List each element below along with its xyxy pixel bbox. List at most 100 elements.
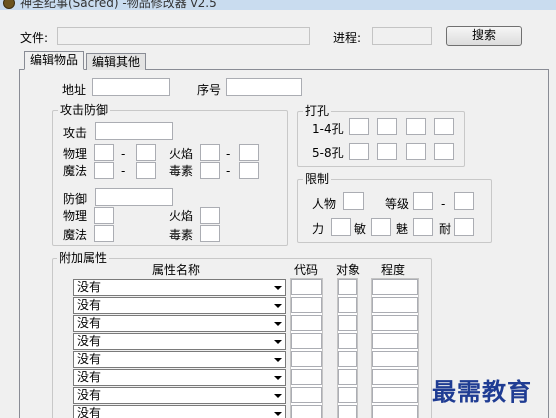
- serial-input[interactable]: [226, 78, 302, 96]
- socket-2-input[interactable]: [377, 118, 397, 135]
- socket-1-input[interactable]: [349, 118, 369, 135]
- defense-magic-input[interactable]: [94, 225, 114, 242]
- progress-label: 进程:: [333, 31, 362, 45]
- sockets-row2-label: 5-8孔: [312, 146, 344, 160]
- address-label: 地址: [62, 83, 87, 97]
- endurance-label: 耐: [439, 222, 452, 236]
- attribute-target-cell[interactable]: [338, 315, 357, 331]
- agility-input[interactable]: [371, 218, 391, 236]
- attribute-degree-cell[interactable]: [372, 405, 418, 418]
- dropdown-arrow-icon[interactable]: [274, 358, 282, 362]
- attribute-select-value: 没有: [77, 280, 102, 294]
- attribute-target-cell[interactable]: [338, 387, 357, 403]
- agility-label: 敏: [354, 222, 367, 236]
- level-max-input[interactable]: [454, 192, 474, 210]
- attribute-select-value: 没有: [77, 316, 102, 330]
- attribute-code-cell[interactable]: [291, 351, 322, 367]
- attribute-select[interactable]: 没有: [73, 315, 286, 332]
- dropdown-arrow-icon[interactable]: [274, 376, 282, 380]
- attribute-target-cell[interactable]: [338, 369, 357, 385]
- attribute-code-cell[interactable]: [291, 405, 322, 418]
- attribute-select-value: 没有: [77, 406, 102, 418]
- physical-dash: -: [121, 147, 126, 161]
- dropdown-arrow-icon[interactable]: [274, 394, 282, 398]
- poison-max-input[interactable]: [239, 162, 259, 179]
- attribute-select[interactable]: 没有: [73, 369, 286, 386]
- search-button[interactable]: 搜索: [446, 26, 522, 46]
- file-path-field[interactable]: [57, 27, 310, 45]
- socket-6-input[interactable]: [377, 143, 397, 160]
- tab-edit-item[interactable]: 编辑物品: [24, 51, 84, 70]
- dropdown-arrow-icon[interactable]: [274, 322, 282, 326]
- strength-label: 力: [312, 222, 325, 236]
- defense-physical-label: 物理: [63, 209, 88, 223]
- column-header-target: 对象: [336, 263, 361, 277]
- dropdown-arrow-icon[interactable]: [274, 304, 282, 308]
- attribute-target-cell[interactable]: [338, 333, 357, 349]
- endurance-input[interactable]: [454, 218, 474, 236]
- attribute-degree-cell[interactable]: [372, 297, 418, 313]
- physical-min-input[interactable]: [94, 144, 114, 161]
- process-field[interactable]: [372, 27, 432, 45]
- fire-min-input[interactable]: [200, 144, 220, 161]
- poison-min-input[interactable]: [200, 162, 220, 179]
- column-header-name: 属性名称: [152, 263, 201, 277]
- attribute-target-cell[interactable]: [338, 351, 357, 367]
- attribute-degree-cell[interactable]: [372, 387, 418, 403]
- attribute-select[interactable]: 没有: [73, 279, 286, 296]
- attribute-code-cell[interactable]: [291, 369, 322, 385]
- dropdown-arrow-icon[interactable]: [274, 412, 282, 416]
- sockets-row1-label: 1-4孔: [312, 122, 344, 136]
- attribute-select-value: 没有: [77, 334, 102, 348]
- attack-input[interactable]: [95, 122, 173, 140]
- attribute-select[interactable]: 没有: [73, 405, 286, 418]
- attribute-target-cell[interactable]: [338, 279, 357, 295]
- physical-max-input[interactable]: [136, 144, 156, 161]
- address-input[interactable]: [92, 78, 170, 96]
- dropdown-arrow-icon[interactable]: [274, 286, 282, 290]
- dropdown-arrow-icon[interactable]: [274, 340, 282, 344]
- level-dash: -: [441, 197, 446, 211]
- attribute-degree-cell[interactable]: [372, 333, 418, 349]
- socket-8-input[interactable]: [434, 143, 454, 160]
- attribute-select[interactable]: 没有: [73, 351, 286, 368]
- fire-label: 火焰: [169, 147, 194, 161]
- defense-physical-input[interactable]: [94, 207, 114, 224]
- serial-label: 序号: [197, 83, 222, 97]
- attribute-code-cell[interactable]: [291, 333, 322, 349]
- socket-5-input[interactable]: [349, 143, 369, 160]
- socket-7-input[interactable]: [406, 143, 426, 160]
- attribute-code-cell[interactable]: [291, 297, 322, 313]
- magic-min-input[interactable]: [94, 162, 114, 179]
- tab-edit-other[interactable]: 编辑其他: [86, 53, 146, 70]
- attribute-degree-cell[interactable]: [372, 279, 418, 295]
- strength-input[interactable]: [331, 218, 351, 236]
- person-input[interactable]: [343, 192, 364, 210]
- level-min-input[interactable]: [413, 192, 433, 210]
- attribute-code-cell[interactable]: [291, 387, 322, 403]
- defense-fire-input[interactable]: [200, 207, 220, 224]
- attribute-degree-cell[interactable]: [372, 369, 418, 385]
- fire-max-input[interactable]: [239, 144, 259, 161]
- attribute-degree-cell[interactable]: [372, 351, 418, 367]
- socket-3-input[interactable]: [406, 118, 426, 135]
- fire-dash: -: [226, 147, 231, 161]
- title-bar: 神圣纪事(Sacred) -物品修改器 v2.5: [0, 0, 556, 10]
- defense-poison-input[interactable]: [200, 225, 220, 242]
- attribute-degree-cell[interactable]: [372, 315, 418, 331]
- attribute-target-cell[interactable]: [338, 297, 357, 313]
- attribute-select[interactable]: 没有: [73, 333, 286, 350]
- file-label: 文件:: [20, 31, 49, 45]
- socket-4-input[interactable]: [434, 118, 454, 135]
- defense-input[interactable]: [95, 188, 173, 206]
- attribute-code-cell[interactable]: [291, 315, 322, 331]
- magic-max-input[interactable]: [136, 162, 156, 179]
- attack-label: 攻击: [63, 126, 88, 140]
- magic-label: 魔法: [63, 164, 88, 178]
- attribute-target-cell[interactable]: [338, 405, 357, 418]
- attribute-select[interactable]: 没有: [73, 297, 286, 314]
- charisma-input[interactable]: [413, 218, 433, 236]
- attribute-code-cell[interactable]: [291, 279, 322, 295]
- attribute-select[interactable]: 没有: [73, 387, 286, 404]
- defense-magic-label: 魔法: [63, 228, 88, 242]
